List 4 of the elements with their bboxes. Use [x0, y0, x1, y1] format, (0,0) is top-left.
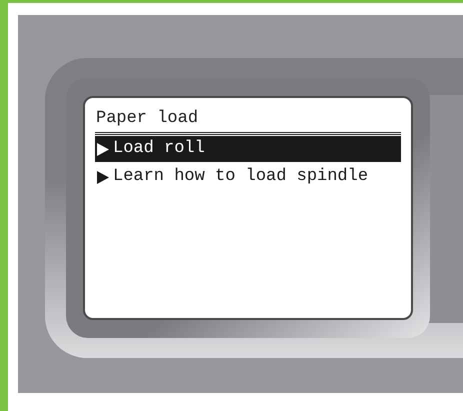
menu-item[interactable]: Load roll — [95, 136, 401, 162]
triangle-icon — [97, 170, 109, 184]
screen-title: Paper load — [95, 108, 200, 130]
triangle-icon — [97, 142, 109, 156]
